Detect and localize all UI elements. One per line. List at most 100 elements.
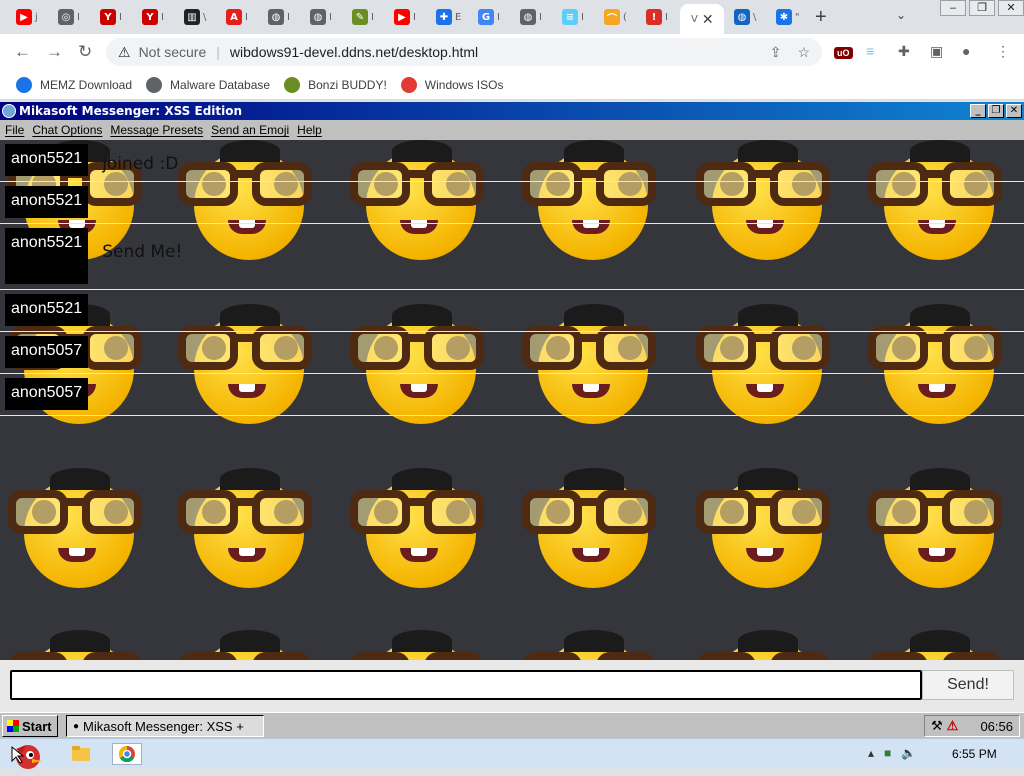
google-icon: G — [478, 9, 494, 25]
url-text[interactable]: wibdows91-devel.ddns.net/desktop.html — [230, 44, 478, 60]
browser-tab[interactable]: YI — [92, 4, 128, 30]
browser-tab[interactable]: ! I — [638, 4, 674, 30]
menu-item[interactable]: Send an Emoji — [211, 123, 289, 137]
messenger-maximize-button[interactable]: ❐ — [988, 104, 1004, 118]
send-button[interactable]: Send! — [922, 670, 1014, 700]
tab-title: I — [161, 11, 164, 23]
tab-active[interactable]: V ✕ — [680, 4, 724, 34]
tab-title: I — [245, 11, 248, 23]
ublock-origin-icon[interactable]: uO — [834, 43, 853, 59]
angry-bird-start-icon[interactable] — [8, 741, 42, 769]
address-bar[interactable]: ⚠ Not secure | wibdows91-devel.ddns.net/… — [106, 38, 822, 66]
browser-tab[interactable]: ≡ I — [554, 4, 590, 30]
browser-tab[interactable]: ◍ \ — [726, 4, 762, 30]
browser-menu-icon[interactable]: ⋮ — [996, 43, 1010, 60]
tab-title: " — [795, 11, 800, 23]
bookmark-item[interactable]: Bonzi BUDDY! — [284, 76, 387, 93]
restore-window-button[interactable]: ❐ — [969, 0, 995, 16]
browser-window-controls: – ❐ ✕ — [937, 0, 1024, 16]
youtube-logo-icon: Y — [100, 9, 116, 25]
tab-title: I — [497, 11, 500, 23]
bookmark-item[interactable]: MEMZ Download — [16, 76, 132, 93]
close-tab-icon[interactable]: ✕ — [702, 11, 714, 28]
volume-icon[interactable]: 🔈 — [901, 746, 916, 760]
browser-tab[interactable]: ▶ j — [8, 4, 44, 30]
minimize-window-button[interactable]: – — [940, 0, 966, 16]
bookmark-item[interactable]: Windows ISOs — [400, 76, 504, 93]
browser-tab[interactable]: AI — [218, 4, 254, 30]
browser-tab[interactable]: ▶ I — [386, 4, 422, 30]
chrome-taskbar-icon[interactable] — [112, 743, 142, 765]
browser-tab[interactable]: ◍ I — [260, 4, 296, 30]
trans-flag-extension-icon[interactable]: ≡ — [866, 43, 874, 59]
show-hidden-icons-icon[interactable]: ▴ — [868, 746, 874, 760]
profile-avatar-icon[interactable]: ● — [962, 43, 970, 59]
browser-tab[interactable]: ◍ I — [302, 4, 338, 30]
close-window-button[interactable]: ✕ — [998, 0, 1024, 16]
browser-tab[interactable]: ✱ " — [768, 4, 804, 30]
extensions-puzzle-icon[interactable]: ✚ — [898, 43, 910, 60]
not-secure-icon[interactable]: ⚠ — [118, 44, 131, 61]
messenger-titlebar[interactable]: Mikasoft Messenger: XSS Edition _ ❐ ✕ — [0, 102, 1024, 120]
message-input[interactable] — [10, 670, 922, 700]
tab-title: \ — [753, 11, 757, 23]
browser-tab[interactable]: ◎ I — [50, 4, 86, 30]
tab-search-icon[interactable]: ⌄ — [896, 8, 906, 22]
menu-item[interactable]: Help — [297, 123, 322, 137]
browser-tab[interactable]: ▥ \ — [176, 4, 212, 30]
nerd-face-emoji — [350, 624, 484, 660]
security-label[interactable]: Not secure — [139, 44, 207, 60]
browser-tab[interactable]: ⌒( — [596, 4, 632, 30]
hammer-icon[interactable]: ⚒ — [931, 718, 943, 734]
forward-arrow-icon[interactable]: → — [46, 42, 63, 62]
message-username: anon5521 — [5, 228, 89, 284]
share-icon[interactable]: ⇪ — [770, 44, 782, 61]
browser-tab[interactable]: ◍ I — [512, 4, 548, 30]
menu-item[interactable]: Message Presets — [110, 123, 203, 137]
messenger-close-button[interactable]: ✕ — [1006, 104, 1022, 118]
windows-flag-icon — [400, 76, 417, 93]
browser-tab[interactable]: YI — [134, 4, 170, 30]
nerd-face-emoji — [696, 624, 830, 660]
browser-tab[interactable]: ✎ I — [344, 4, 380, 30]
chat-area[interactable]: anon5521 joined :D anon5521 anon5521 Send Me… — [0, 140, 1024, 660]
back-arrow-icon[interactable]: ← — [14, 42, 31, 62]
messenger-minimize-button[interactable]: _ — [970, 104, 986, 118]
bookmark-item[interactable]: Malware Database — [146, 76, 270, 93]
taskbar-item-messenger[interactable]: ● Mikasoft Messenger: XSS + — [66, 715, 264, 737]
file-explorer-icon[interactable] — [70, 743, 94, 765]
puzzle-icon: ✚ — [436, 9, 452, 25]
tab-title: I — [413, 11, 416, 23]
menu-item[interactable]: File — [5, 123, 24, 137]
menu-item[interactable]: Chat Options — [32, 123, 102, 137]
reload-icon[interactable]: ↻ — [78, 42, 92, 62]
browser-toolbar: ← → ↻ ⚠ Not secure | wibdows91-devel.ddn… — [0, 34, 1024, 70]
bookmark-star-icon[interactable]: ☆ — [797, 44, 810, 61]
browser-tab[interactable]: ✚ E — [428, 4, 464, 30]
start-button[interactable]: Start — [2, 715, 58, 737]
bonzi-icon — [284, 76, 301, 93]
tab-title: I — [581, 11, 584, 23]
chrome-graphic — [118, 745, 135, 763]
bookmark-label: Windows ISOs — [424, 77, 504, 92]
nerd-face-emoji — [178, 462, 312, 592]
browser-tab[interactable]: GI — [470, 4, 506, 30]
battery-icon[interactable]: ■ — [884, 746, 891, 760]
tab-active-title: V — [691, 13, 698, 25]
bookmark-label: Bonzi BUDDY! — [308, 77, 387, 92]
new-tab-button[interactable]: + — [815, 6, 827, 29]
taskbar-item-label: Mikasoft Messenger: XSS + — [83, 718, 244, 734]
messenger-menubar: File Chat Options Message Presets Send an E… — [0, 120, 1024, 140]
message-text: Send Me! — [102, 242, 183, 262]
address-separator: | — [216, 44, 220, 60]
messenger-app-icon — [2, 104, 16, 118]
tab-title: I — [665, 11, 668, 23]
message-list: anon5521 joined :D anon5521 anon5521 Send Me… — [0, 140, 1024, 416]
side-panel-icon[interactable]: ▣ — [930, 43, 943, 60]
tab-title: I — [539, 11, 542, 23]
chat-message: anon5521 Send Me! — [0, 224, 1024, 290]
tab-title: I — [77, 11, 80, 23]
chat-message: anon5057 — [0, 374, 1024, 416]
archive-icon: ▥ — [184, 9, 200, 25]
warning-icon[interactable]: ⚠ — [947, 718, 959, 734]
